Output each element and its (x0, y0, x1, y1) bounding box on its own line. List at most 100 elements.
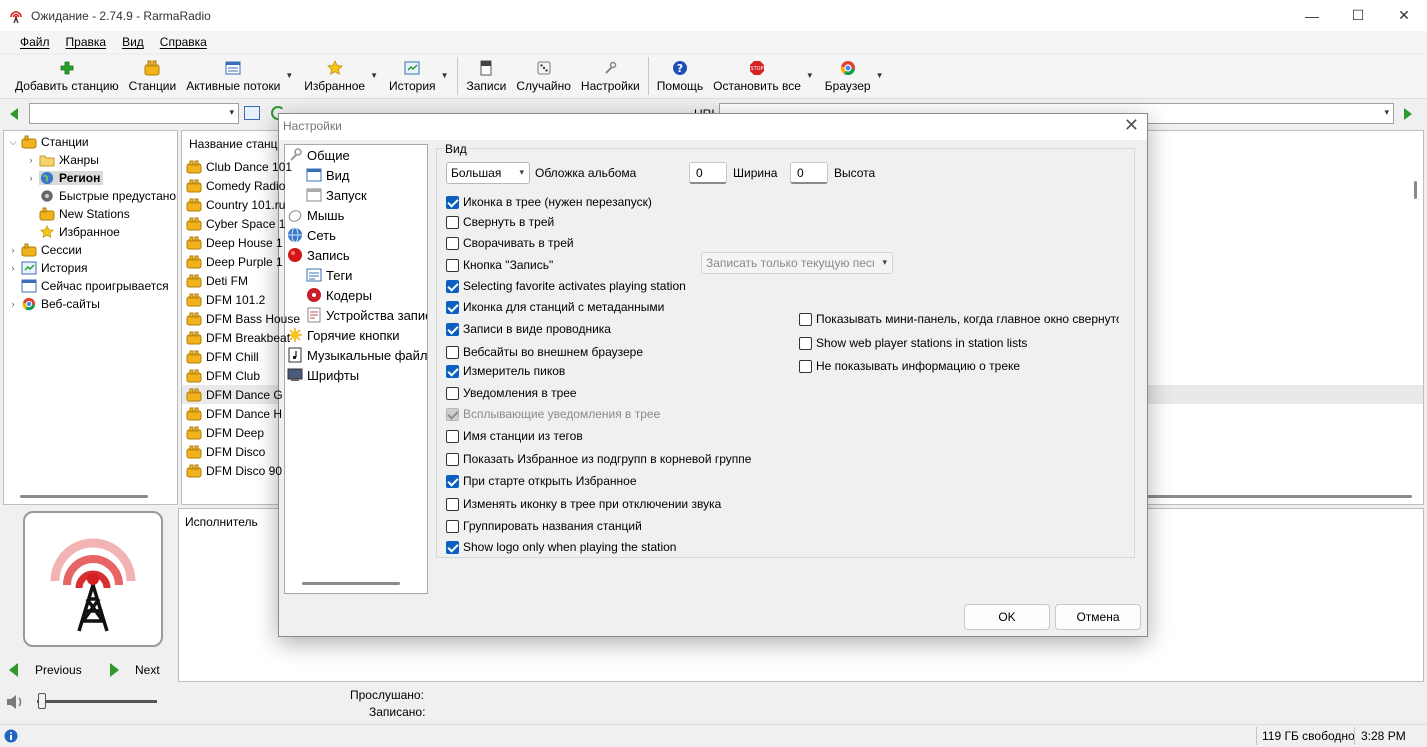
menu-view[interactable]: Вид (122, 35, 144, 49)
settings-item-music-files[interactable]: Музыкальные файлы (287, 345, 427, 365)
minimize-button[interactable]: — (1289, 0, 1335, 31)
dialog-close-button[interactable]: ✕ (1124, 115, 1139, 136)
maximize-button[interactable]: ☐ (1335, 0, 1381, 31)
view-option-checkbox-3[interactable]: Сворачивать в трей (446, 236, 574, 250)
height-input[interactable]: 0 (790, 162, 828, 184)
settings-item-general[interactable]: Общие (287, 145, 350, 165)
album-cover-size-select[interactable]: Большая ▾ (446, 162, 530, 184)
chevron-down-icon[interactable]: ▼ (370, 55, 378, 80)
tree-item-stations[interactable]: ⌵ Станции (8, 133, 89, 151)
next-button[interactable]: Next (110, 663, 160, 677)
station-row[interactable]: DFM Deep (186, 423, 264, 442)
find-icon[interactable] (244, 106, 260, 120)
settings-item-fonts[interactable]: Шрифты (287, 365, 359, 385)
settings-item-startup[interactable]: Запуск (306, 185, 367, 205)
history-button[interactable]: История (384, 55, 441, 97)
view-option-checkbox-17[interactable]: Show logo only when playing the station (446, 540, 676, 554)
view-option-checkbox-16[interactable]: Группировать названия станций (446, 519, 642, 533)
view-option-right-checkbox-2[interactable]: Show web player stations in station list… (799, 336, 1027, 350)
column-header-station-name[interactable]: Название станции (189, 137, 291, 151)
view-option-checkbox-13[interactable]: Показать Избранное из подгрупп в корнево… (446, 452, 751, 466)
view-option-checkbox-10[interactable]: Уведомления в трее (446, 386, 577, 400)
artist-header[interactable]: Исполнитель (185, 515, 258, 529)
view-option-checkbox-9[interactable]: Измеритель пиков (446, 364, 565, 378)
chevron-down-icon[interactable]: ▼ (441, 55, 449, 80)
tree-item-region[interactable]: › Регион (26, 169, 104, 187)
settings-item-mouse[interactable]: Мышь (287, 205, 344, 225)
settings-button[interactable]: Настройки (576, 55, 645, 97)
tree-scrollbar[interactable] (20, 495, 148, 498)
station-row[interactable]: DFM Disco 90 (186, 461, 282, 480)
station-row[interactable]: DFM 101.2 (186, 290, 265, 309)
search-combo[interactable]: ▾ (29, 103, 239, 124)
tree-item-new-stations[interactable]: New Stations (39, 205, 130, 223)
stop-all-button[interactable]: STOP Остановить все (708, 55, 806, 97)
tree-item-sessions[interactable]: › Сессии (8, 241, 82, 259)
menu-file[interactable]: Файл (20, 35, 50, 49)
favorites-button[interactable]: Избранное (299, 55, 370, 97)
view-option-checkbox-6[interactable]: Иконка для станций с метаданными (446, 300, 664, 314)
view-option-right-checkbox-3[interactable]: Не показывать информацию о треке (799, 359, 1020, 373)
chevron-down-icon[interactable]: ▼ (285, 55, 293, 80)
station-row[interactable]: Club Dance 101 (186, 157, 292, 176)
tree-item-quick-presets[interactable]: Быстрые предустановки (39, 187, 177, 205)
width-input[interactable]: 0 (689, 162, 727, 184)
stations-button[interactable]: Станции (124, 55, 182, 97)
station-row[interactable]: Cyber Space 1 (186, 214, 285, 233)
view-option-checkbox-5[interactable]: Selecting favorite activates playing sta… (446, 279, 686, 293)
settings-tree-scrollbar[interactable] (302, 582, 400, 585)
add-station-button[interactable]: Добавить станцию (10, 55, 124, 97)
station-list-vscrollbar[interactable] (1414, 181, 1417, 199)
settings-item-view[interactable]: Вид (306, 165, 350, 185)
station-row[interactable]: DFM Chill (186, 347, 259, 366)
station-row[interactable]: DFM Bass House (186, 309, 300, 328)
station-row[interactable]: Deti FM (186, 271, 248, 290)
volume-slider-thumb[interactable] (38, 693, 46, 709)
tree-item-now-playing[interactable]: Сейчас проигрывается (21, 277, 169, 295)
active-streams-button[interactable]: Активные потоки (181, 55, 285, 97)
records-button[interactable]: Записи (461, 55, 511, 97)
view-option-checkbox-4[interactable]: Кнопка "Запись" (446, 258, 553, 272)
browser-button[interactable]: Браузер (820, 55, 876, 97)
view-option-checkbox-2[interactable]: Свернуть в трей (446, 215, 554, 229)
view-option-checkbox-12[interactable]: Имя станции из тегов (446, 429, 583, 443)
settings-item-encoders[interactable]: Кодеры (306, 285, 372, 305)
ok-button[interactable]: OK (964, 604, 1050, 630)
station-row[interactable]: DFM Breakbeat (186, 328, 290, 347)
station-row[interactable]: DFM Dance G (186, 385, 283, 404)
view-option-checkbox-8[interactable]: Вебсайты во внешнем браузере (446, 345, 643, 359)
station-row[interactable]: DFM Club (186, 366, 260, 385)
menu-edit[interactable]: Правка (66, 35, 107, 49)
go-arrow-icon[interactable] (1404, 108, 1412, 120)
view-option-checkbox-14[interactable]: При старте открыть Избранное (446, 474, 637, 488)
settings-item-tags[interactable]: Теги (306, 265, 352, 285)
station-row[interactable]: Deep House 1 (186, 233, 283, 252)
close-button[interactable]: ✕ (1381, 0, 1427, 31)
menu-help[interactable]: Справка (160, 35, 207, 49)
chevron-down-icon[interactable]: ▼ (806, 55, 814, 80)
volume-slider[interactable] (37, 700, 157, 703)
help-button[interactable]: ? Помощь (652, 55, 708, 97)
station-row[interactable]: DFM Disco (186, 442, 265, 461)
tree-item-websites[interactable]: › Веб-сайты (8, 295, 100, 313)
settings-item-recording[interactable]: Запись (287, 245, 350, 265)
tree-item-history[interactable]: › История (8, 259, 88, 277)
station-row[interactable]: DFM Dance H (186, 404, 282, 423)
chevron-down-icon[interactable]: ▼ (876, 55, 884, 80)
view-option-checkbox-7[interactable]: Записи в виде проводника (446, 322, 611, 336)
previous-button[interactable]: Previous (9, 663, 82, 677)
settings-item-hotkeys[interactable]: Горячие кнопки (287, 325, 400, 345)
random-button[interactable]: Случайно (511, 55, 576, 97)
tree-item-genres[interactable]: › Жанры (26, 151, 99, 169)
speaker-icon[interactable] (6, 694, 26, 710)
settings-item-network[interactable]: Сеть (287, 225, 336, 245)
record-mode-select[interactable]: Записать только текущую песню ▾ (701, 252, 893, 274)
station-row[interactable]: Comedy Radio (186, 176, 285, 195)
back-arrow-icon[interactable] (10, 108, 18, 120)
view-option-checkbox-1[interactable]: Иконка в трее (нужен перезапуск) (446, 195, 652, 209)
view-option-checkbox-15[interactable]: Изменять иконку в трее при отключении зв… (446, 497, 721, 511)
station-row[interactable]: Deep Purple 1 (186, 252, 283, 271)
cancel-button[interactable]: Отмена (1055, 604, 1141, 630)
view-option-right-checkbox-1[interactable]: Показывать мини-панель, когда главное ок… (799, 312, 1119, 326)
station-row[interactable]: Country 101.ru (186, 195, 285, 214)
